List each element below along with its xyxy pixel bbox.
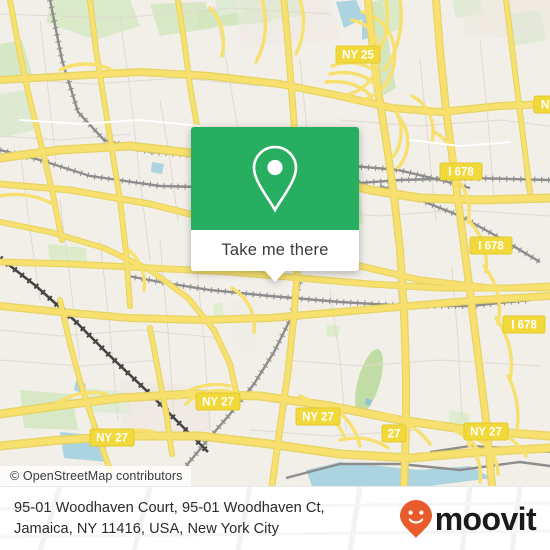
address-line-2: Jamaica, NY 11416, USA, New York City [14, 520, 279, 537]
svg-text:NY 27: NY 27 [202, 397, 234, 409]
address-line-1: 95-01 Woodhaven Court, 95-01 Woodhaven C… [14, 499, 325, 516]
address-text: 95-01 Woodhaven Court, 95-01 Woodhaven C… [14, 498, 389, 540]
shield-i678-a: I 678 [439, 162, 483, 181]
moovit-map-screenshot: .rp { stroke:#f7e06e; stroke-linecap:rou… [0, 0, 550, 550]
popup-pin-area [191, 127, 359, 230]
shield-27: 27 [381, 424, 407, 443]
svg-text:27: 27 [388, 429, 401, 441]
svg-text:I 678: I 678 [478, 241, 504, 253]
svg-text:I 678: I 678 [511, 320, 537, 332]
osm-attribution[interactable]: © OpenStreetMap contributors [0, 466, 191, 486]
shield-ny-edge: NY [533, 95, 550, 114]
map-pin-icon [252, 145, 298, 213]
footer-bar: 95-01 Woodhaven Court, 95-01 Woodhaven C… [0, 486, 550, 550]
shield-ny27-a: NY 27 [195, 392, 241, 411]
shield-ny27-d: NY 27 [463, 422, 509, 441]
popup-pointer [264, 270, 286, 282]
svg-text:NY 27: NY 27 [302, 412, 334, 424]
shield-ny27-c: NY 27 [89, 428, 135, 447]
moovit-logo[interactable]: moovit [389, 499, 537, 539]
moovit-smiley-pin-icon [399, 499, 432, 538]
shield-ny25: NY 25 [335, 45, 381, 64]
shield-i678-b: I 678 [469, 236, 513, 255]
shield-ny27-b: NY 27 [295, 407, 341, 426]
svg-text:NY 27: NY 27 [96, 433, 128, 445]
popup-action-area[interactable]: Take me there [191, 230, 359, 282]
svg-text:NY 25: NY 25 [342, 50, 374, 62]
svg-text:NY 27: NY 27 [470, 427, 502, 439]
moovit-wordmark: moovit [434, 500, 537, 537]
shield-i678-c: I 678 [502, 315, 546, 334]
take-me-there-button[interactable]: Take me there [221, 241, 328, 260]
svg-text:I 678: I 678 [448, 167, 474, 179]
svg-text:NY: NY [541, 100, 550, 112]
location-popup-card[interactable]: Take me there [191, 127, 359, 282]
